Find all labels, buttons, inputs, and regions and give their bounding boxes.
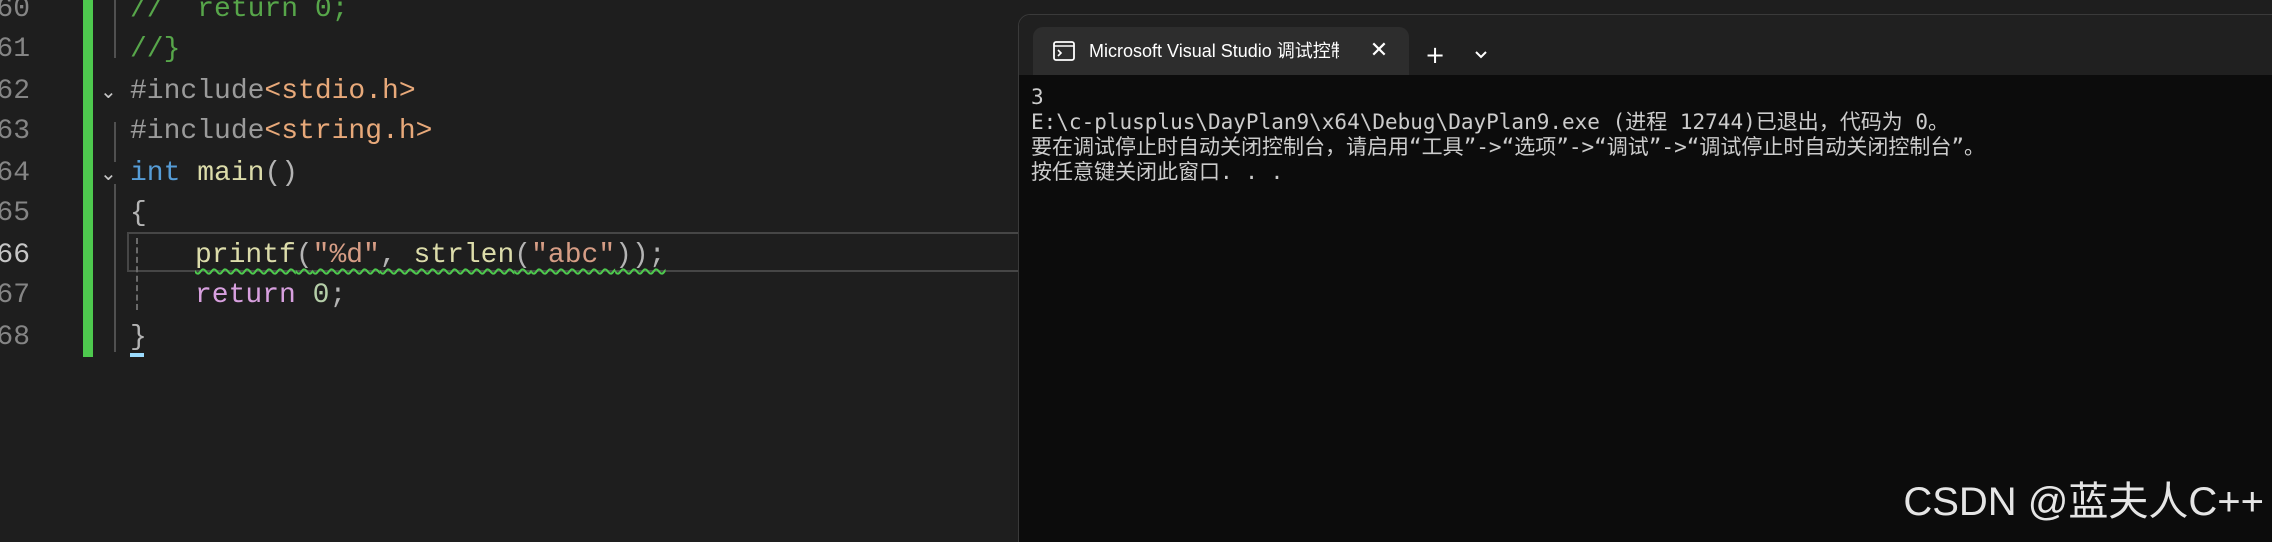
- debug-console-window[interactable]: Microsoft Visual Studio 调试控制台 ✕ + 3 E:\c…: [1018, 14, 2272, 542]
- tab-title: Microsoft Visual Studio 调试控制台: [1089, 41, 1339, 61]
- chevron-down-icon[interactable]: [1467, 41, 1495, 69]
- text-caret: [130, 353, 144, 357]
- code-token: // return 0;: [130, 0, 349, 25]
- output-line: 要在调试停止时自动关闭控制台，请启用“工具”->“选项”->“调试”->“调试停…: [1031, 135, 1985, 159]
- code-token: #include: [130, 116, 265, 147]
- line-number: 65: [0, 198, 30, 229]
- code-token: {: [130, 198, 147, 229]
- code-editor[interactable]: ⌄ ⌄ 60 61 62 63 64 65 66 67 68 // return…: [0, 0, 1020, 541]
- code-token: return: [195, 280, 296, 311]
- indent-guide: [114, 0, 116, 58]
- line-number: 67: [0, 280, 30, 311]
- code-token: main: [197, 158, 265, 189]
- output-line: 按任意键关闭此窗口. . .: [1031, 160, 1284, 184]
- code-line[interactable]: int main(): [130, 154, 298, 194]
- indent-guide: [114, 122, 116, 162]
- code-token: "%d": [312, 240, 380, 271]
- code-token: <string.h>: [264, 116, 433, 147]
- terminal-output[interactable]: 3 E:\c-plusplus\DayPlan9\x64\Debug\DayPl…: [1031, 85, 2271, 525]
- code-line[interactable]: {: [130, 194, 147, 234]
- console-icon: [1053, 41, 1075, 61]
- code-token: <stdio.h>: [264, 76, 416, 107]
- code-line-active[interactable]: printf("%d", strlen("abc"));: [195, 236, 666, 276]
- line-number: 60: [0, 0, 30, 25]
- code-line[interactable]: return 0;: [195, 276, 346, 316]
- close-icon[interactable]: ✕: [1363, 35, 1395, 67]
- watermark: CSDN @蓝夫人C++: [1903, 480, 2264, 524]
- output-line: E:\c-plusplus\DayPlan9\x64\Debug\DayPlan…: [1031, 110, 1950, 134]
- code-token: 0: [312, 280, 330, 311]
- new-tab-button[interactable]: +: [1417, 37, 1453, 73]
- code-token: strlen: [413, 240, 515, 271]
- line-number: 63: [0, 116, 30, 147]
- line-number: 61: [0, 34, 30, 65]
- terminal-titlebar[interactable]: Microsoft Visual Studio 调试控制台 ✕ +: [1019, 15, 2272, 75]
- indent-guide: [114, 184, 116, 352]
- fold-chevron-icon[interactable]: ⌄: [100, 80, 122, 102]
- code-line[interactable]: //}: [130, 30, 180, 70]
- tab-debug-console[interactable]: Microsoft Visual Studio 调试控制台 ✕: [1033, 27, 1409, 75]
- code-token: ,: [379, 240, 414, 271]
- line-number-active: 66: [0, 240, 30, 271]
- code-token: int: [130, 158, 181, 189]
- code-token: (): [264, 158, 299, 189]
- code-token: //}: [130, 34, 181, 65]
- code-token: }: [130, 322, 147, 353]
- code-token: ));: [615, 240, 666, 271]
- code-token: (: [514, 240, 532, 271]
- line-number: 62: [0, 76, 30, 107]
- code-line[interactable]: // return 0;: [130, 0, 348, 30]
- code-line[interactable]: #include<string.h>: [130, 112, 432, 152]
- change-indicator-bar: [83, 0, 93, 357]
- code-line[interactable]: #include<stdio.h>: [130, 72, 416, 112]
- line-number: 68: [0, 322, 30, 353]
- code-line[interactable]: }: [130, 318, 147, 358]
- code-token: printf: [195, 240, 296, 271]
- output-line: 3: [1031, 85, 1044, 109]
- code-token: #include: [130, 76, 265, 107]
- line-number: 64: [0, 158, 30, 189]
- code-token: "abc": [531, 240, 616, 271]
- code-token: (: [295, 240, 313, 271]
- code-token: ;: [329, 280, 347, 311]
- fold-chevron-icon[interactable]: ⌄: [100, 162, 122, 184]
- indent-guide: [136, 238, 138, 310]
